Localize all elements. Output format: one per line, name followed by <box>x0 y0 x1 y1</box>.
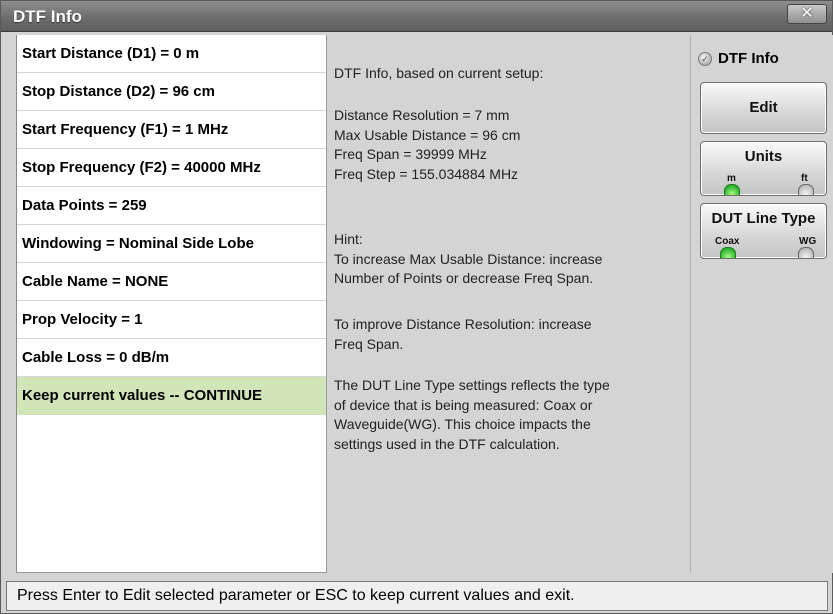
menu-title: DTF Info <box>718 50 779 67</box>
param-start-frequency[interactable]: Start Frequency (F1) = 1 MHz <box>17 111 326 149</box>
param-prop-velocity[interactable]: Prop Velocity = 1 <box>17 301 326 339</box>
units-label: Units <box>744 148 783 165</box>
info-heading: DTF Info, based on current setup: <box>334 65 544 81</box>
close-icon: ✕ <box>800 5 814 22</box>
dut-line-type-toggle[interactable]: DUT Line Type Coax WG <box>700 203 827 259</box>
title-bar: DTF Info ✕ <box>1 1 832 32</box>
edit-button[interactable]: Edit <box>700 82 827 134</box>
dut-option-wg: WG <box>799 236 817 247</box>
close-button[interactable]: ✕ <box>787 4 827 24</box>
status-bar: Press Enter to Edit selected parameter o… <box>6 581 828 611</box>
param-data-points[interactable]: Data Points = 259 <box>17 187 326 225</box>
parameter-list: Start Distance (D1) = 0 m Stop Distance … <box>16 35 327 573</box>
param-keep-continue[interactable]: Keep current values -- CONTINUE <box>17 377 326 415</box>
dut-option-coax: Coax <box>715 236 740 247</box>
info-improve-resolution: To improve Distance Resolution: increase… <box>334 316 592 352</box>
units-m-led-icon <box>724 184 740 195</box>
checkmark-icon: ✓ <box>698 52 712 66</box>
param-stop-frequency[interactable]: Stop Frequency (F2) = 40000 MHz <box>17 149 326 187</box>
param-cable-loss[interactable]: Cable Loss = 0 dB/m <box>17 339 326 377</box>
softkey-panel: ✓ DTF Info Edit Units m ft DUT Line Type… <box>691 35 833 573</box>
units-toggle[interactable]: Units m ft <box>700 141 827 196</box>
dut-wg-led-icon <box>798 247 814 258</box>
dtf-info-window: DTF Info ✕ Start Distance (D1) = 0 m Sto… <box>0 0 833 614</box>
param-stop-distance[interactable]: Stop Distance (D2) = 96 cm <box>17 73 326 111</box>
units-ft-led-icon <box>798 184 814 195</box>
param-cable-name[interactable]: Cable Name = NONE <box>17 263 326 301</box>
param-start-distance[interactable]: Start Distance (D1) = 0 m <box>17 35 326 73</box>
info-calculated-values: Distance Resolution = 7 mm Max Usable Di… <box>334 107 521 182</box>
edit-label: Edit <box>749 99 778 116</box>
dut-line-type-label: DUT Line Type <box>711 210 816 227</box>
menu-header: ✓ DTF Info <box>696 49 816 69</box>
param-windowing[interactable]: Windowing = Nominal Side Lobe <box>17 225 326 263</box>
dut-coax-led-icon <box>720 247 736 258</box>
info-panel: DTF Info, based on current setup: Distan… <box>327 35 691 573</box>
units-option-m: m <box>727 173 736 184</box>
info-dut-line-type-note: The DUT Line Type settings reflects the … <box>334 377 610 452</box>
window-title: DTF Info <box>13 7 82 26</box>
info-hint: Hint: To increase Max Usable Distance: i… <box>334 231 603 286</box>
units-option-ft: ft <box>801 173 808 184</box>
